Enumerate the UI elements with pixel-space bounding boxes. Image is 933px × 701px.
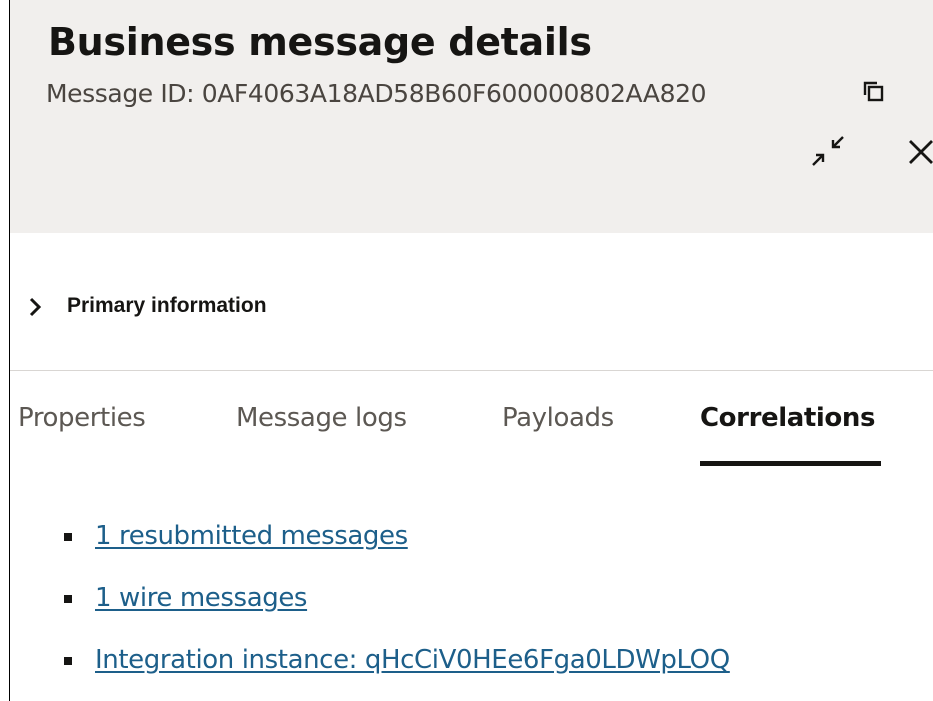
bullet-icon [64,657,72,665]
message-id: Message ID: 0AF4063A18AD58B60F600000802A… [46,79,707,108]
chevron-right-icon [29,297,42,317]
tab-correlations[interactable]: Correlations [700,398,875,438]
tab-payloads[interactable]: Payloads [502,398,614,438]
primary-information-label: Primary information [67,294,267,317]
panel-header: Business message details Message ID: 0AF… [10,0,933,233]
copy-icon[interactable] [860,78,886,104]
active-tab-indicator [700,461,881,466]
integration-instance-link[interactable]: Integration instance: qHcCiV0HEe6Fga0LDW… [95,640,730,680]
tab-message-logs[interactable]: Message logs [236,398,407,438]
primary-information-toggle[interactable]: Primary information [20,286,620,330]
page-title: Business message details [48,20,592,64]
section-divider [10,370,933,371]
wire-messages-link[interactable]: 1 wire messages [95,578,307,618]
tab-properties[interactable]: Properties [18,398,146,438]
bullet-icon [64,533,72,541]
close-icon[interactable] [903,134,933,170]
resubmitted-messages-link[interactable]: 1 resubmitted messages [95,516,408,556]
minimize-icon[interactable] [808,132,848,172]
bullet-icon [64,595,72,603]
